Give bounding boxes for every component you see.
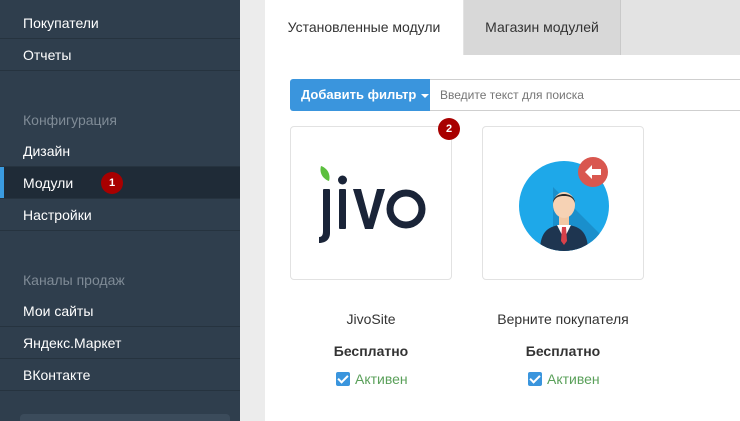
checkbox-icon[interactable] [528,372,542,386]
module-card-return-customer[interactable] [482,126,644,280]
tab-module-store[interactable]: Магазин модулей [464,0,621,55]
sidebar-item-vkontakte[interactable]: ВКонтакте [0,359,240,391]
checkbox-icon[interactable] [336,372,350,386]
jivo-logo [319,166,426,243]
module-status-label: Активен [547,371,600,387]
sidebar-item-customers[interactable]: Покупатели [0,7,240,39]
annotation-badge-1: 1 [101,172,123,194]
tabs-bar: Установленные модули Магазин модулей [265,0,740,55]
caret-down-icon [421,93,430,98]
tab-installed-modules[interactable]: Установленные модули [265,0,463,55]
sidebar-section-config: Конфигурация [23,112,117,128]
sidebar-item-design[interactable]: Дизайн [0,135,240,167]
sidebar-item-label: Покупатели [23,15,99,31]
sidebar-item-label: ВКонтакте [23,367,91,383]
main-panel: Установленные модули Магазин модулей Доб… [265,0,740,421]
module-name: Верните покупателя [497,311,629,327]
sidebar-item-label: Отчеты [23,47,72,63]
module-name: JivoSite [346,311,396,327]
add-filter-label: Добавить фильтр [301,87,417,102]
sidebar-footer-element [20,414,230,421]
customer-return-icon [519,157,609,251]
sidebar-item-reports[interactable]: Отчеты [0,39,240,71]
sidebar-item-label: Дизайн [23,143,71,159]
sidebar-item-label: Модули [23,175,74,191]
module-status[interactable]: Активен [528,371,600,387]
sidebar-item-label: Мои сайты [23,303,94,319]
module-card-jivosite[interactable] [290,126,452,280]
module-price: Бесплатно [525,343,601,359]
add-filter-button[interactable]: Добавить фильтр [290,79,430,111]
module-status-label: Активен [355,371,408,387]
sidebar-item-settings[interactable]: Настройки [0,199,240,231]
module-status[interactable]: Активен [336,371,408,387]
search-input[interactable] [430,79,740,111]
sidebar: Покупатели Отчеты Конфигурация Дизайн Мо… [0,0,240,421]
module-price: Бесплатно [333,343,409,359]
sidebar-section-channels: Каналы продаж [23,272,125,288]
sidebar-item-my-sites[interactable]: Мои сайты [0,295,240,327]
sidebar-item-label: Настройки [23,207,92,223]
annotation-badge-2: 2 [438,118,460,140]
sidebar-item-yandex-market[interactable]: Яндекс.Маркет [0,327,240,359]
sidebar-item-label: Яндекс.Маркет [23,335,122,351]
